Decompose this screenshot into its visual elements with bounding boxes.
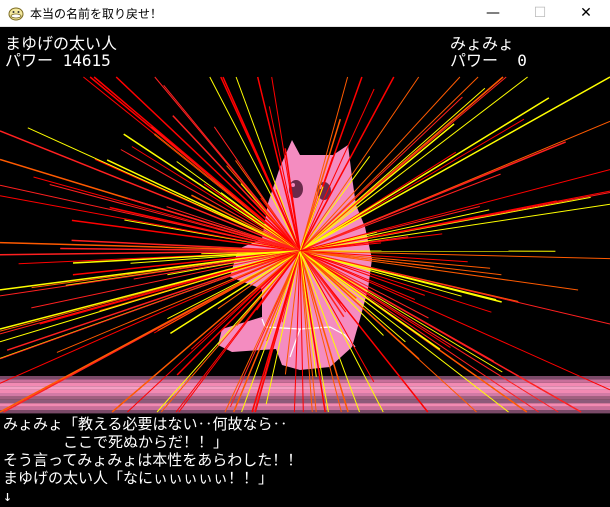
floor-stripe: [0, 410, 610, 414]
floor-stripe: [0, 382, 610, 387]
dialog-line: そう言ってみょみょは本性をあらわした！！: [3, 451, 303, 469]
continue-arrow-icon[interactable]: ↓: [3, 487, 603, 505]
close-button[interactable]: ✕: [563, 0, 609, 26]
message-box[interactable]: みょみょ「教える必要はない‥何故なら‥ ここで死ぬからだ！！」 そう言ってみょみ…: [3, 415, 603, 505]
enemy-power: パワー 0: [450, 51, 527, 70]
dialog-line: みょみょ「教える必要はない‥何故なら‥: [3, 415, 288, 433]
app-icon: [8, 7, 24, 21]
enemy-name: みょみょ: [450, 34, 515, 53]
game-window: 本当の名前を取り戻せ！ — ☐ ✕ まゆげの太い人 パワー 14615 みょみょ…: [0, 0, 610, 507]
dialog-line: ここで死ぬからだ！！」: [63, 433, 229, 451]
player1-power: パワー 14615: [5, 51, 111, 70]
window-title: 本当の名前を取り戻せ！: [30, 7, 163, 21]
monster-left-eye-shine: [291, 183, 295, 187]
dialog-line: まゆげの太い人「なにぃぃぃぃぃ！！」: [3, 469, 274, 487]
player1-name: まゆげの太い人: [5, 34, 118, 53]
maximize-button[interactable]: ☐: [517, 0, 563, 26]
game-canvas[interactable]: まゆげの太い人 パワー 14615 みょみょ パワー 0 みょみょ「教える必要は…: [0, 27, 610, 507]
floor-stripe: [0, 389, 610, 393]
floor-stripe: [0, 393, 610, 397]
floor-stripe: [0, 379, 610, 383]
floor-stripes: [0, 376, 610, 414]
minimize-button[interactable]: —: [470, 0, 516, 26]
floor-stripe: [0, 399, 610, 404]
floor-stripe: [0, 406, 610, 410]
title-bar[interactable]: 本当の名前を取り戻せ！ — ☐ ✕: [0, 0, 610, 27]
